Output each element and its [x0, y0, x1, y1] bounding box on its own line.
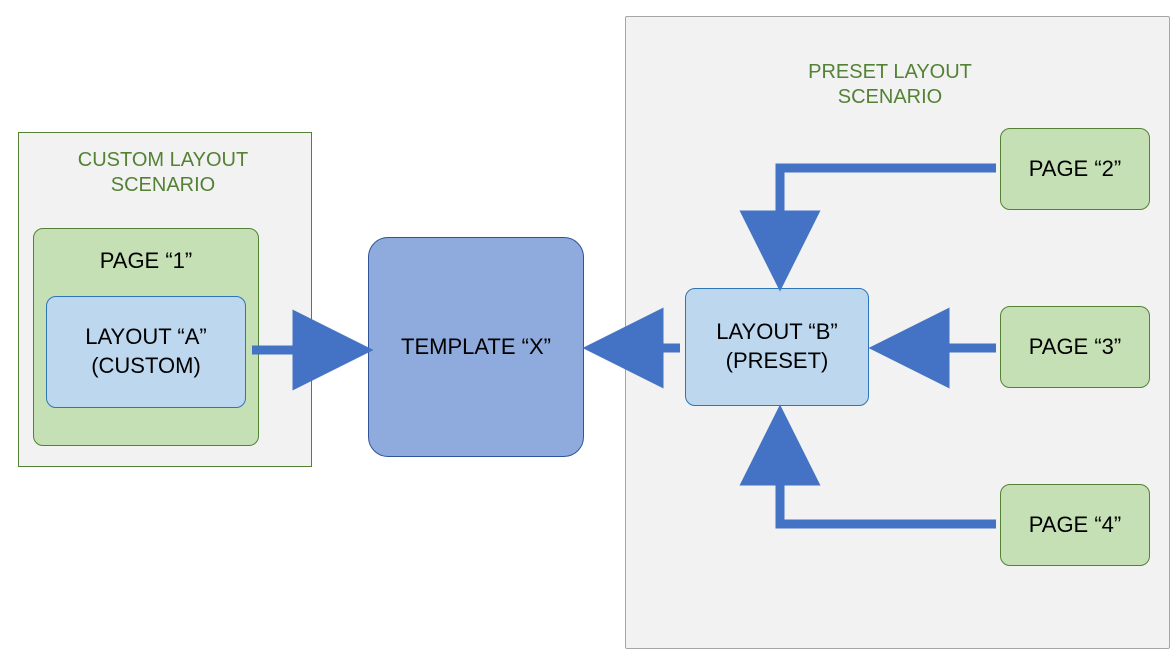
template-x-box: TEMPLATE “X” [368, 237, 584, 457]
layout-a-line2: (CUSTOM) [91, 352, 201, 381]
layout-b-box: LAYOUT “B” (PRESET) [685, 288, 869, 406]
layout-a-line1: LAYOUT “A” [85, 323, 206, 352]
page-4-label: PAGE “4” [1029, 511, 1122, 540]
page-3-box: PAGE “3” [1000, 306, 1150, 388]
page-4-box: PAGE “4” [1000, 484, 1150, 566]
layout-a-box: LAYOUT “A” (CUSTOM) [46, 296, 246, 408]
diagram-canvas: CUSTOM LAYOUT SCENARIO PAGE “1” LAYOUT “… [0, 0, 1176, 663]
template-x-label: TEMPLATE “X” [401, 333, 551, 362]
preset-scenario-title: PRESET LAYOUT SCENARIO [790, 60, 990, 110]
page-2-box: PAGE “2” [1000, 128, 1150, 210]
page-3-label: PAGE “3” [1029, 333, 1122, 362]
custom-scenario-title: CUSTOM LAYOUT SCENARIO [48, 148, 278, 198]
layout-b-line1: LAYOUT “B” [716, 318, 837, 347]
page-1-label: PAGE “1” [100, 247, 193, 276]
layout-b-line2: (PRESET) [726, 347, 829, 376]
page-2-label: PAGE “2” [1029, 155, 1122, 184]
